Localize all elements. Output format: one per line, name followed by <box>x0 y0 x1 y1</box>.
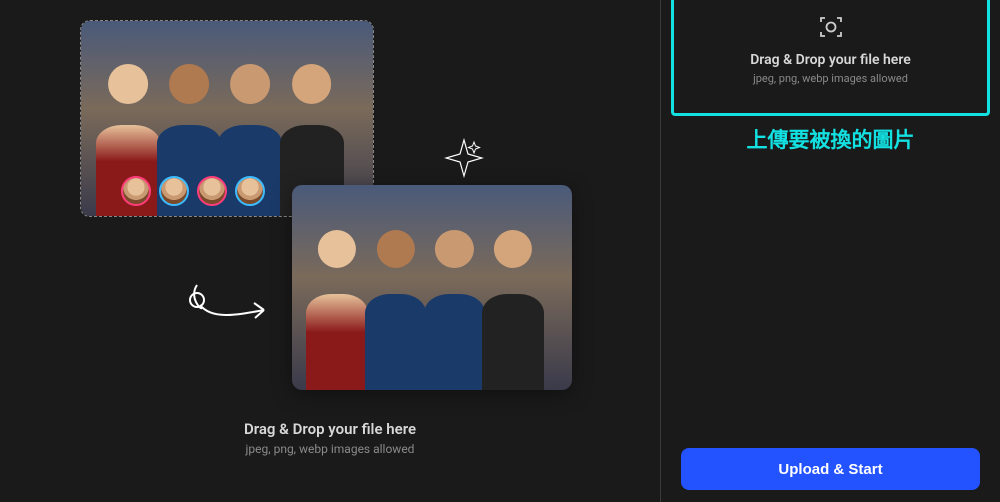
left-dropzone[interactable]: Drag & Drop your file here jpeg, png, we… <box>0 420 660 456</box>
upload-title: Drag & Drop your file here <box>684 52 977 68</box>
upload-subtitle: jpeg, png, webp images allowed <box>684 72 977 85</box>
face-thumb[interactable] <box>235 176 265 206</box>
face-thumb[interactable] <box>159 176 189 206</box>
sparkle-icon <box>444 138 484 178</box>
demo-image-content <box>292 185 572 390</box>
left-pane: Drag & Drop your file here jpeg, png, we… <box>0 0 660 502</box>
face-thumbnails <box>121 176 265 206</box>
face-thumb[interactable] <box>197 176 227 206</box>
left-drop-subtitle: jpeg, png, webp images allowed <box>0 442 660 456</box>
demo-image-result <box>292 185 572 390</box>
arrow-icon <box>182 270 282 330</box>
upload-dropzone[interactable]: Drag & Drop your file here jpeg, png, we… <box>671 0 990 116</box>
right-pane: Drag & Drop your file here jpeg, png, we… <box>661 0 1000 502</box>
upload-start-button[interactable]: Upload & Start <box>681 448 980 490</box>
upload-target-icon <box>818 14 844 40</box>
face-thumb[interactable] <box>121 176 151 206</box>
upload-annotation: 上傳要被換的圖片 <box>661 124 1000 154</box>
app-root: Drag & Drop your file here jpeg, png, we… <box>0 0 1000 502</box>
left-drop-title: Drag & Drop your file here <box>0 420 660 438</box>
